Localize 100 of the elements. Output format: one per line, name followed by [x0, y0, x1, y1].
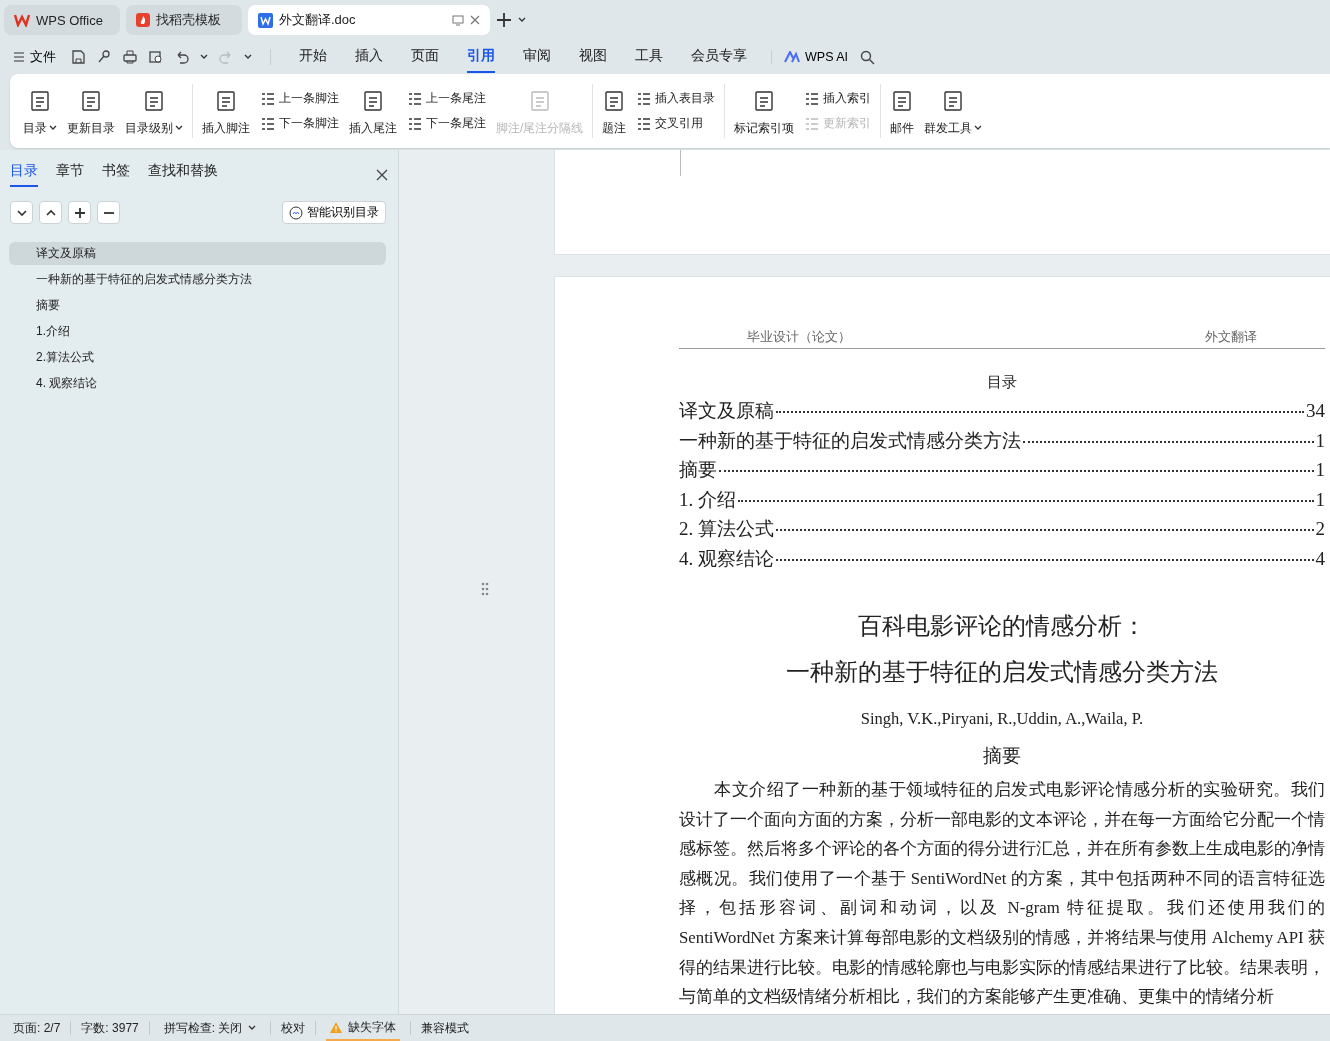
ai-logo-icon — [784, 51, 800, 63]
toc-entry: 1. 介绍 — [679, 487, 736, 512]
missing-font-button[interactable]: 缺失字体 — [326, 1015, 401, 1041]
ribbon-button[interactable]: 群发工具 — [921, 85, 986, 137]
document-icon — [942, 89, 965, 112]
ribbon-button[interactable]: 下一条尾注 — [404, 115, 489, 132]
status-text: 页面: 2/7 — [13, 1019, 61, 1037]
ribbon-button[interactable]: 上一条脚注 — [257, 90, 342, 107]
outline-item[interactable]: 译文及原稿 — [9, 242, 386, 265]
add-tab-icon[interactable] — [496, 12, 512, 28]
document-icon — [80, 89, 102, 112]
toc-title: 目录 — [986, 373, 1018, 392]
print-preview-icon[interactable] — [148, 49, 164, 65]
ribbon-button[interactable]: 邮件 — [887, 85, 918, 137]
wps-ai-button[interactable]: WPS AI — [771, 50, 849, 64]
file-menu[interactable]: 文件 — [14, 48, 56, 66]
toc-page-number: 2 — [1315, 518, 1325, 540]
ribbon-button[interactable]: 下一条脚注 — [257, 115, 342, 132]
panel-tab[interactable]: 章节 — [56, 162, 84, 187]
close-icon[interactable] — [470, 15, 480, 25]
more-caret-icon — [244, 54, 252, 60]
close-icon[interactable] — [376, 168, 388, 181]
list-icon — [804, 90, 821, 107]
outline-item[interactable]: 4. 观察结论 — [9, 372, 386, 395]
smart-toc-button[interactable]: 智能识别目录 — [282, 201, 386, 224]
toc-page-number: 1 — [1315, 429, 1325, 452]
w-logo-icon — [14, 13, 30, 27]
format-painter-icon[interactable] — [96, 49, 112, 65]
document-icon — [29, 89, 51, 112]
ribbon-tab[interactable]: 插入 — [355, 41, 383, 73]
document-icon — [528, 89, 551, 112]
toc-entry: 译文及原稿 — [679, 399, 774, 423]
toc-page-number: 4 — [1315, 547, 1325, 570]
document-icon — [362, 89, 384, 112]
panel-tab[interactable]: 书签 — [102, 162, 130, 187]
document-icon — [143, 89, 165, 112]
save-icon[interactable] — [70, 49, 86, 65]
status-text: 校对 — [281, 1019, 306, 1037]
plus-icon — [73, 206, 86, 219]
header-text: 毕业设计（论文） — [747, 329, 851, 346]
toc-entry: 摘要 — [679, 458, 717, 482]
list-icon — [636, 90, 653, 107]
toc-entry: 4. 观察结论 — [679, 546, 774, 571]
doc-w-icon — [258, 12, 273, 28]
list-icon — [407, 90, 423, 107]
list-icon — [804, 115, 821, 132]
document-tab[interactable]: 外文翻译.doc — [248, 5, 490, 35]
panel-tab[interactable]: 目录 — [10, 162, 38, 187]
ribbon-button[interactable]: 上一条尾注 — [404, 90, 489, 107]
remove-level-button[interactable] — [97, 201, 120, 224]
outline-item[interactable]: 2.算法公式 — [9, 346, 386, 369]
ribbon-button[interactable]: 目录 — [20, 85, 60, 137]
add-level-button[interactable] — [68, 201, 91, 224]
ribbon-button[interactable]: 插入表目录 — [633, 90, 719, 107]
toc-page-number: 34 — [1306, 400, 1325, 422]
warning-icon — [330, 1021, 343, 1033]
outline-item[interactable]: 摘要 — [9, 294, 386, 317]
search-icon[interactable] — [860, 49, 876, 65]
list-icon — [636, 115, 653, 132]
list-icon — [260, 115, 276, 132]
document-tab[interactable]: 找稻壳模板 — [126, 5, 242, 35]
ribbon-button[interactable]: 题注 — [599, 85, 630, 137]
document-icon — [753, 89, 776, 112]
ribbon-button[interactable]: 插入脚注 — [199, 85, 253, 137]
menu-icon — [14, 52, 24, 62]
document-icon — [215, 89, 237, 112]
caret-icon — [248, 1025, 257, 1031]
document-icon — [603, 89, 626, 112]
toc-entry: 一种新的基于特征的启发式情感分类方法 — [679, 428, 1021, 453]
ribbon-button[interactable]: 更新目录 — [64, 85, 118, 137]
outline-item[interactable]: 一种新的基于特征的启发式情感分类方法 — [9, 268, 386, 291]
toc-page-number: 1 — [1315, 459, 1325, 481]
ribbon-button[interactable]: 插入尾注 — [346, 85, 400, 137]
expand-up-button[interactable] — [39, 201, 62, 224]
collapse-button[interactable] — [10, 201, 33, 224]
ribbon-tab[interactable]: 会员专享 — [691, 41, 747, 73]
caret-icon — [200, 54, 208, 60]
print-icon[interactable] — [122, 49, 138, 65]
list-icon — [407, 115, 423, 132]
ribbon-tab[interactable]: 审阅 — [523, 41, 551, 73]
drag-handle-icon[interactable] — [481, 582, 489, 596]
panel-tab[interactable]: 查找和替换 — [148, 162, 218, 187]
ribbon-tab[interactable]: 视图 — [579, 41, 607, 73]
toc-page-number: 1 — [1315, 488, 1325, 511]
document-icon — [891, 89, 914, 112]
ribbon-button[interactable]: 目录级别 — [122, 85, 186, 137]
ribbon-button[interactable]: 插入索引 — [801, 90, 875, 107]
document-title: 一种新的基于特征的启发式情感分类方法 — [785, 657, 1219, 687]
toc-entry: 2. 算法公式 — [679, 517, 774, 541]
authors-text: Singh, V.K.,Piryani, R.,Uddin, A.,Waila, P. — [859, 709, 1145, 729]
ribbon-tab[interactable]: 开始 — [299, 41, 327, 73]
outline-item[interactable]: 1.介绍 — [9, 320, 386, 343]
ribbon-button[interactable]: 交叉引用 — [633, 115, 719, 132]
ribbon-tab[interactable]: 工具 — [635, 41, 663, 73]
document-title: 百科电影评论的情感分析： — [857, 611, 1147, 641]
ribbon-tab[interactable]: 页面 — [411, 41, 439, 73]
spell-check-dropdown[interactable]: 拼写检查: 关闭 — [159, 1015, 261, 1041]
document-tab[interactable]: WPS Office — [4, 5, 120, 35]
monitor-icon[interactable] — [452, 14, 464, 26]
ribbon-button[interactable]: 标记索引项 — [731, 85, 798, 137]
